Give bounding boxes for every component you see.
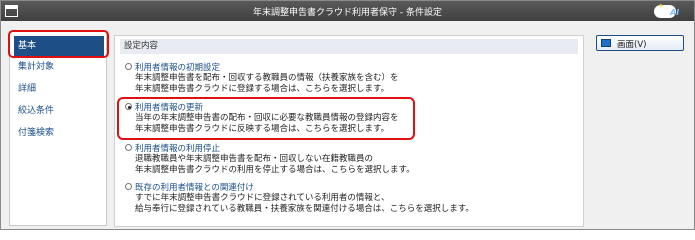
radio-link-existing[interactable] — [125, 183, 132, 190]
option-label[interactable]: 利用者情報の利用停止 — [135, 142, 220, 154]
highlight-box-option — [117, 97, 415, 140]
sidebar: 基本 集計対象 詳細 絞込条件 付箋検索 — [9, 31, 107, 226]
cloud-ai-logo-icon: ✦ AI — [654, 2, 688, 20]
option-desc-line: 給与奉行に登録されている教職員・扶養家族を関連付ける場合は、こちらを選択します。 — [135, 204, 474, 214]
option-desc-line: 年末調整申告書クラウドに登録する場合は、こちらを選択します。 — [135, 84, 390, 94]
option-desc-line: 年末調整申告書を配布・回収する教職員の情報（扶養家族を含む）を — [135, 73, 399, 83]
option-label[interactable]: 既存の利用者情報との関連付け — [135, 181, 254, 193]
screen-button-label: 画面(V) — [617, 40, 647, 50]
option-desc-line: 退職教職員や年末調整申告書を配布・回収しない在籍教職員の — [135, 154, 374, 164]
sidebar-item-filter[interactable]: 絞込条件 — [14, 101, 108, 121]
monitor-icon — [601, 39, 611, 47]
sidebar-item-detail[interactable]: 詳細 — [14, 79, 108, 99]
option-desc-line: 年末調整申告書クラウドの利用を停止する場合は、こちらを選択します。 — [135, 165, 415, 175]
sidebar-item-target[interactable]: 集計対象 — [14, 57, 108, 77]
highlight-box-sidebar — [8, 30, 109, 58]
radio-initial-setup[interactable] — [125, 63, 132, 70]
title-bar: 年末調整申告書クラウド利用者保守 - 条件設定 ✦ AI — [1, 1, 694, 21]
option-desc-line: すでに年末調整申告書クラウドに登録されている利用者の情報と、 — [135, 193, 390, 203]
sidebar-item-sticky-search[interactable]: 付箋検索 — [14, 123, 108, 143]
option-label[interactable]: 利用者情報の初期設定 — [135, 61, 220, 73]
radio-suspend[interactable] — [125, 144, 132, 151]
app-window: 年末調整申告書クラウド利用者保守 - 条件設定 ✦ AI 基本 集計対象 詳細 … — [0, 0, 695, 230]
screen-button[interactable]: 画面(V) — [596, 35, 684, 51]
panel-header: 設定内容 — [120, 39, 578, 54]
window-title: 年末調整申告書クラウド利用者保守 - 条件設定 — [253, 8, 442, 18]
